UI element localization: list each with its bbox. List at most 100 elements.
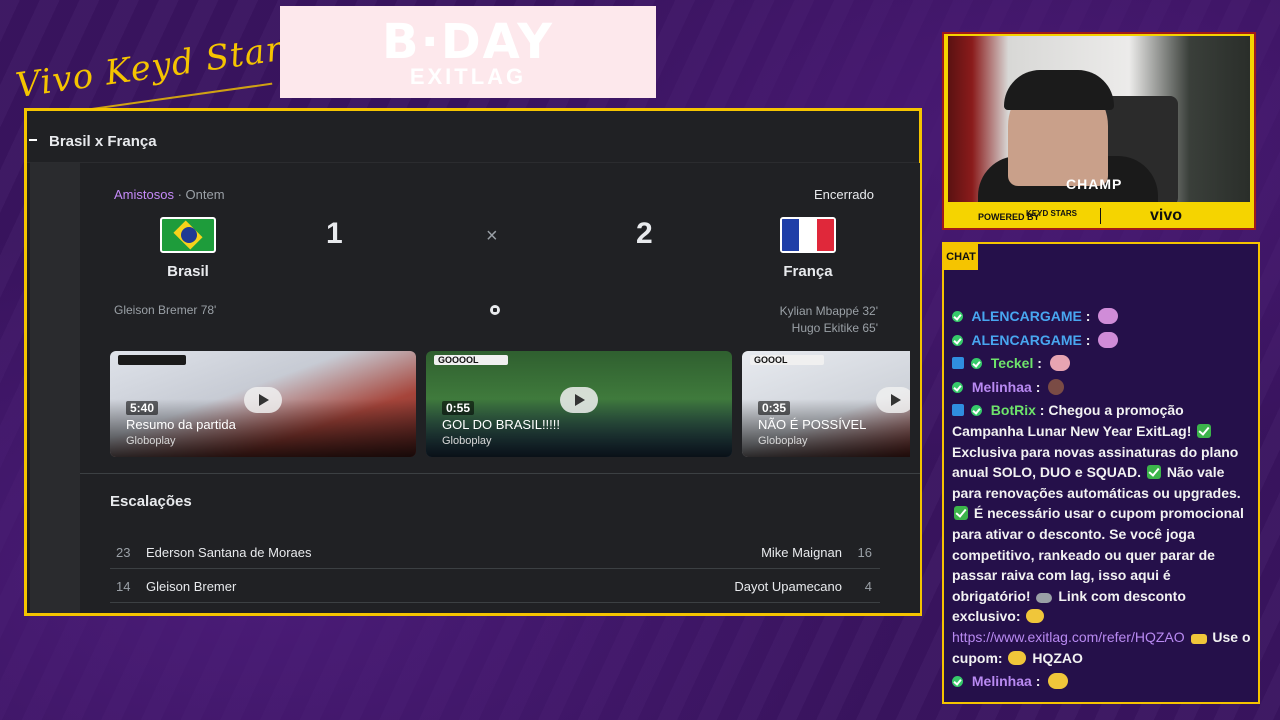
competition-link[interactable]: Amistosos <box>114 187 174 202</box>
verified-badge-icon <box>952 334 963 346</box>
scoreboard-hud <box>118 355 186 365</box>
flag-blue <box>782 219 800 251</box>
brain-emote-icon <box>1049 355 1070 372</box>
match-browser-window: Brasil x França Amistosos · Ontem Encerr… <box>24 108 922 616</box>
brand-script-text: Vivo Keyd Stars <box>13 26 304 107</box>
chat-message: Melinhaa : <box>952 671 1252 692</box>
chat-text: : <box>1085 331 1091 348</box>
verified-badge-icon <box>952 381 963 393</box>
score-separator: × <box>486 225 498 247</box>
flag-globe <box>181 227 197 243</box>
video-card[interactable]: 5:40 Resumo da partida Globoplay <box>110 351 416 457</box>
away-scorers: Kylian Mbappé 32' Hugo Ekitike 65' <box>780 303 878 337</box>
moderator-badge-icon <box>952 404 964 417</box>
video-card[interactable]: GOOOOL 0:55 GOL DO BRASIL!!!!! Globoplay <box>426 351 732 457</box>
coupon-code: HQZAO <box>1032 649 1083 666</box>
home-player-number: 23 <box>116 545 131 560</box>
video-duration: 5:40 <box>126 401 159 415</box>
scorer: Hugo Ekitike 65' <box>791 321 878 335</box>
coupon-icon <box>1190 633 1207 644</box>
frame-tick <box>29 139 37 141</box>
away-team-name: França <box>783 263 833 280</box>
soccer-ball-icon <box>490 305 500 315</box>
left-gutter <box>30 163 80 613</box>
chat-username[interactable]: Melinhaa <box>972 379 1032 395</box>
chat-username[interactable]: ALENCARGAME <box>971 332 1081 348</box>
play-icon[interactable] <box>244 387 282 413</box>
video-title: GOL DO BRASIL!!!!! <box>442 417 560 432</box>
match-meta: Amistosos · Ontem <box>114 187 225 202</box>
section-divider <box>80 473 920 474</box>
check-mark-icon <box>954 506 968 521</box>
check-mark-icon <box>1146 465 1161 480</box>
emote-icon <box>1098 331 1119 348</box>
check-mark-icon <box>1197 423 1212 438</box>
away-team[interactable]: França <box>748 217 868 280</box>
banner-subtitle: EXITLAG <box>409 64 527 89</box>
home-team[interactable]: Brasil <box>128 217 248 280</box>
france-flag-icon <box>780 217 836 253</box>
chat-message: ALENCARGAME : <box>952 330 1252 351</box>
match-status: Encerrado <box>814 187 874 202</box>
chat-text: : <box>1085 308 1091 324</box>
browser-topbar: Brasil x França <box>27 111 919 163</box>
chat-link[interactable]: https://www.exitlag.com/refer/HQZAO <box>952 629 1185 645</box>
chat-username[interactable]: Teckel <box>991 355 1034 371</box>
play-icon[interactable] <box>560 387 598 413</box>
chat-message: BotRix : Chegou a promoção Campanha Luna… <box>952 400 1252 668</box>
match-card: Amistosos · Ontem Encerrado Brasil 1 × 2… <box>80 163 920 613</box>
streamer-cap <box>1004 70 1114 110</box>
verified-badge-icon <box>970 358 982 370</box>
chat-messages: ALENCARGAME : ALENCARGAME : Teckel : Mel… <box>952 306 1252 692</box>
chat-text: : <box>1035 673 1041 690</box>
play-icon[interactable] <box>876 387 910 413</box>
bday-exitlag-banner: B·DAY EXITLAG <box>280 6 656 98</box>
lineups-title: Escalações <box>110 493 192 510</box>
video-source: Globoplay <box>126 435 176 447</box>
gol-hud: GOOOL <box>750 355 824 365</box>
verified-badge-icon <box>952 311 963 322</box>
home-player-name: Ederson Santana de Moraes <box>146 545 312 560</box>
video-duration: 0:35 <box>758 401 791 415</box>
chat-username[interactable]: BotRix <box>991 402 1036 418</box>
character-emote-icon <box>1048 378 1065 395</box>
sponsor-separator <box>1100 208 1101 224</box>
emote-icon <box>1098 308 1119 324</box>
keyd-stars-logo: KEYD STARS <box>1026 209 1077 218</box>
banner-title: B·DAY <box>382 14 554 70</box>
emote-icon <box>1048 673 1069 690</box>
video-source: Globoplay <box>758 435 808 447</box>
match-date: · Ontem <box>177 187 225 202</box>
chat-username[interactable]: Melinhaa <box>972 673 1032 689</box>
away-score: 2 <box>636 217 653 250</box>
video-title: NÃO É POSSÍVEL <box>758 417 867 432</box>
pointing-hand-icon <box>1008 650 1027 665</box>
home-scorers: Gleison Bremer 78' <box>114 303 216 317</box>
away-player-number: 16 <box>857 545 872 560</box>
chat-username[interactable]: ALENCARGAME <box>971 308 1081 324</box>
away-player-name: Dayot Upamecano <box>734 579 842 594</box>
brazil-flag-icon <box>160 217 216 253</box>
scorer: Kylian Mbappé 32' <box>779 304 878 318</box>
moderator-badge-icon <box>952 357 964 370</box>
video-card[interactable]: GOOOL 0:35 NÃO É POSSÍVEL Globoplay <box>742 351 910 457</box>
sponsor-bar: POWERED BY KEYD STARS vivo <box>944 204 1254 228</box>
home-player-name: Gleison Bremer <box>146 579 237 594</box>
chat-message: Melinhaa : <box>952 377 1252 398</box>
lineup-row[interactable]: 14 Gleison Bremer Dayot Upamecano 4 <box>110 569 880 603</box>
page-title: Brasil x França <box>49 133 157 150</box>
video-title: Resumo da partida <box>126 417 236 432</box>
link-icon <box>1036 592 1053 603</box>
webcam-frame: CHAMP POWERED BY KEYD STARS vivo <box>942 32 1256 230</box>
webcam-video: CHAMP <box>948 36 1250 202</box>
scorer: Gleison Bremer 78' <box>114 303 217 317</box>
video-carousel: 5:40 Resumo da partida Globoplay GOOOOL … <box>110 351 910 457</box>
chat-message: Teckel : <box>952 353 1252 374</box>
gol-hud: GOOOOL <box>434 355 508 365</box>
home-team-name: Brasil <box>167 263 209 280</box>
vivo-logo: vivo <box>1150 207 1183 224</box>
flag-red <box>816 219 834 251</box>
chat-message: ALENCARGAME : <box>952 306 1252 327</box>
pointing-hand-icon <box>1026 609 1045 624</box>
lineup-row[interactable]: 23 Ederson Santana de Moraes Mike Maigna… <box>110 535 880 569</box>
